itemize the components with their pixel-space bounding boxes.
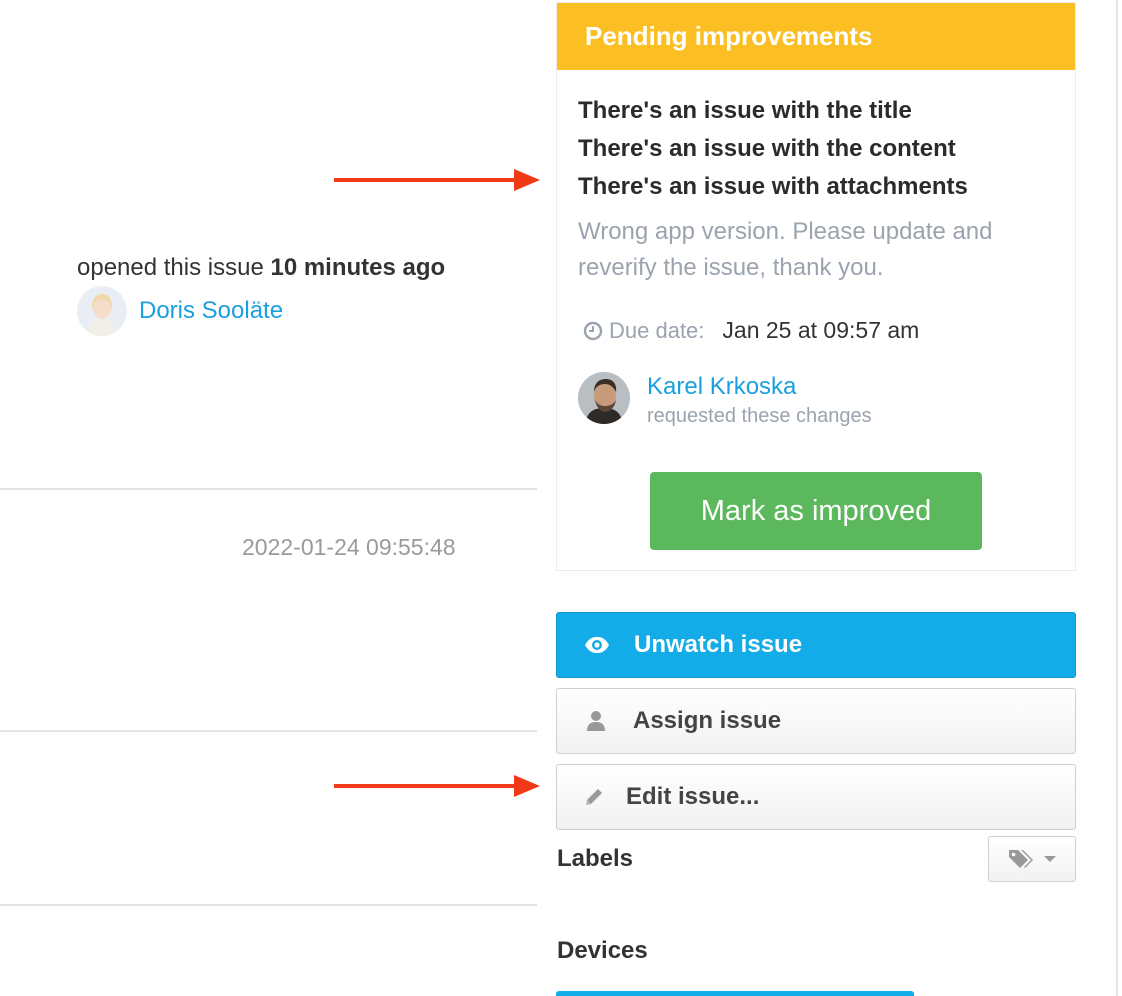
annotation-arrow-bottom xyxy=(334,775,540,797)
issue-item: There's an issue with attachments xyxy=(578,173,968,200)
issue-author: Doris Sooläte xyxy=(77,286,283,336)
unwatch-issue-button[interactable]: Unwatch issue xyxy=(556,612,1076,678)
clock-icon xyxy=(583,321,603,340)
pending-header: Pending improvements xyxy=(557,3,1075,70)
assign-issue-button[interactable]: Assign issue xyxy=(556,688,1076,754)
unwatch-issue-label: Unwatch issue xyxy=(634,631,803,658)
requester: Karel Krkoska requested these changes xyxy=(578,372,872,430)
user-icon xyxy=(581,710,611,732)
issue-item: There's an issue with the title xyxy=(578,97,912,124)
due-date-value: Jan 25 at 09:57 am xyxy=(722,317,920,343)
divider xyxy=(0,730,537,732)
edit-issue-button[interactable]: Edit issue... xyxy=(556,764,1076,830)
eye-icon xyxy=(582,636,612,654)
author-avatar xyxy=(77,286,127,336)
comment-timestamp: 2022-01-24 09:55:48 xyxy=(242,534,456,560)
opened-prefix: opened this issue xyxy=(77,254,264,281)
divider xyxy=(0,904,537,906)
labels-dropdown-button[interactable] xyxy=(988,836,1076,882)
annotation-arrow-top xyxy=(334,169,540,191)
page-scrollbar[interactable] xyxy=(1116,0,1118,996)
opened-info: opened this issue 10 minutes ago xyxy=(77,254,445,282)
issue-list: There's an issue with the title There's … xyxy=(578,92,968,206)
requester-subtext: requested these changes xyxy=(647,405,872,427)
edit-issue-label: Edit issue... xyxy=(626,783,760,810)
mark-as-improved-button[interactable]: Mark as improved xyxy=(650,472,982,550)
due-date: Due date: Jan 25 at 09:57 am xyxy=(583,317,919,344)
labels-heading: Labels xyxy=(557,845,634,872)
chevron-down-icon xyxy=(1044,856,1056,862)
devices-heading: Devices xyxy=(557,937,648,964)
opened-time: 10 minutes ago xyxy=(270,254,446,281)
due-date-label: Due date: xyxy=(609,317,705,343)
requester-avatar xyxy=(578,372,630,424)
issue-item: There's an issue with the content xyxy=(578,135,956,162)
tag-icon xyxy=(1009,850,1033,868)
divider xyxy=(0,488,537,490)
improvement-note: Wrong app version. Please update and rev… xyxy=(578,218,993,281)
requester-name-link[interactable]: Karel Krkoska xyxy=(647,372,872,402)
pending-improvements-panel: Pending improvements There's an issue wi… xyxy=(556,2,1076,571)
pencil-icon xyxy=(579,786,609,808)
devices-button-partial[interactable] xyxy=(556,991,914,996)
author-name-link[interactable]: Doris Sooläte xyxy=(139,297,283,325)
assign-issue-label: Assign issue xyxy=(633,707,782,734)
